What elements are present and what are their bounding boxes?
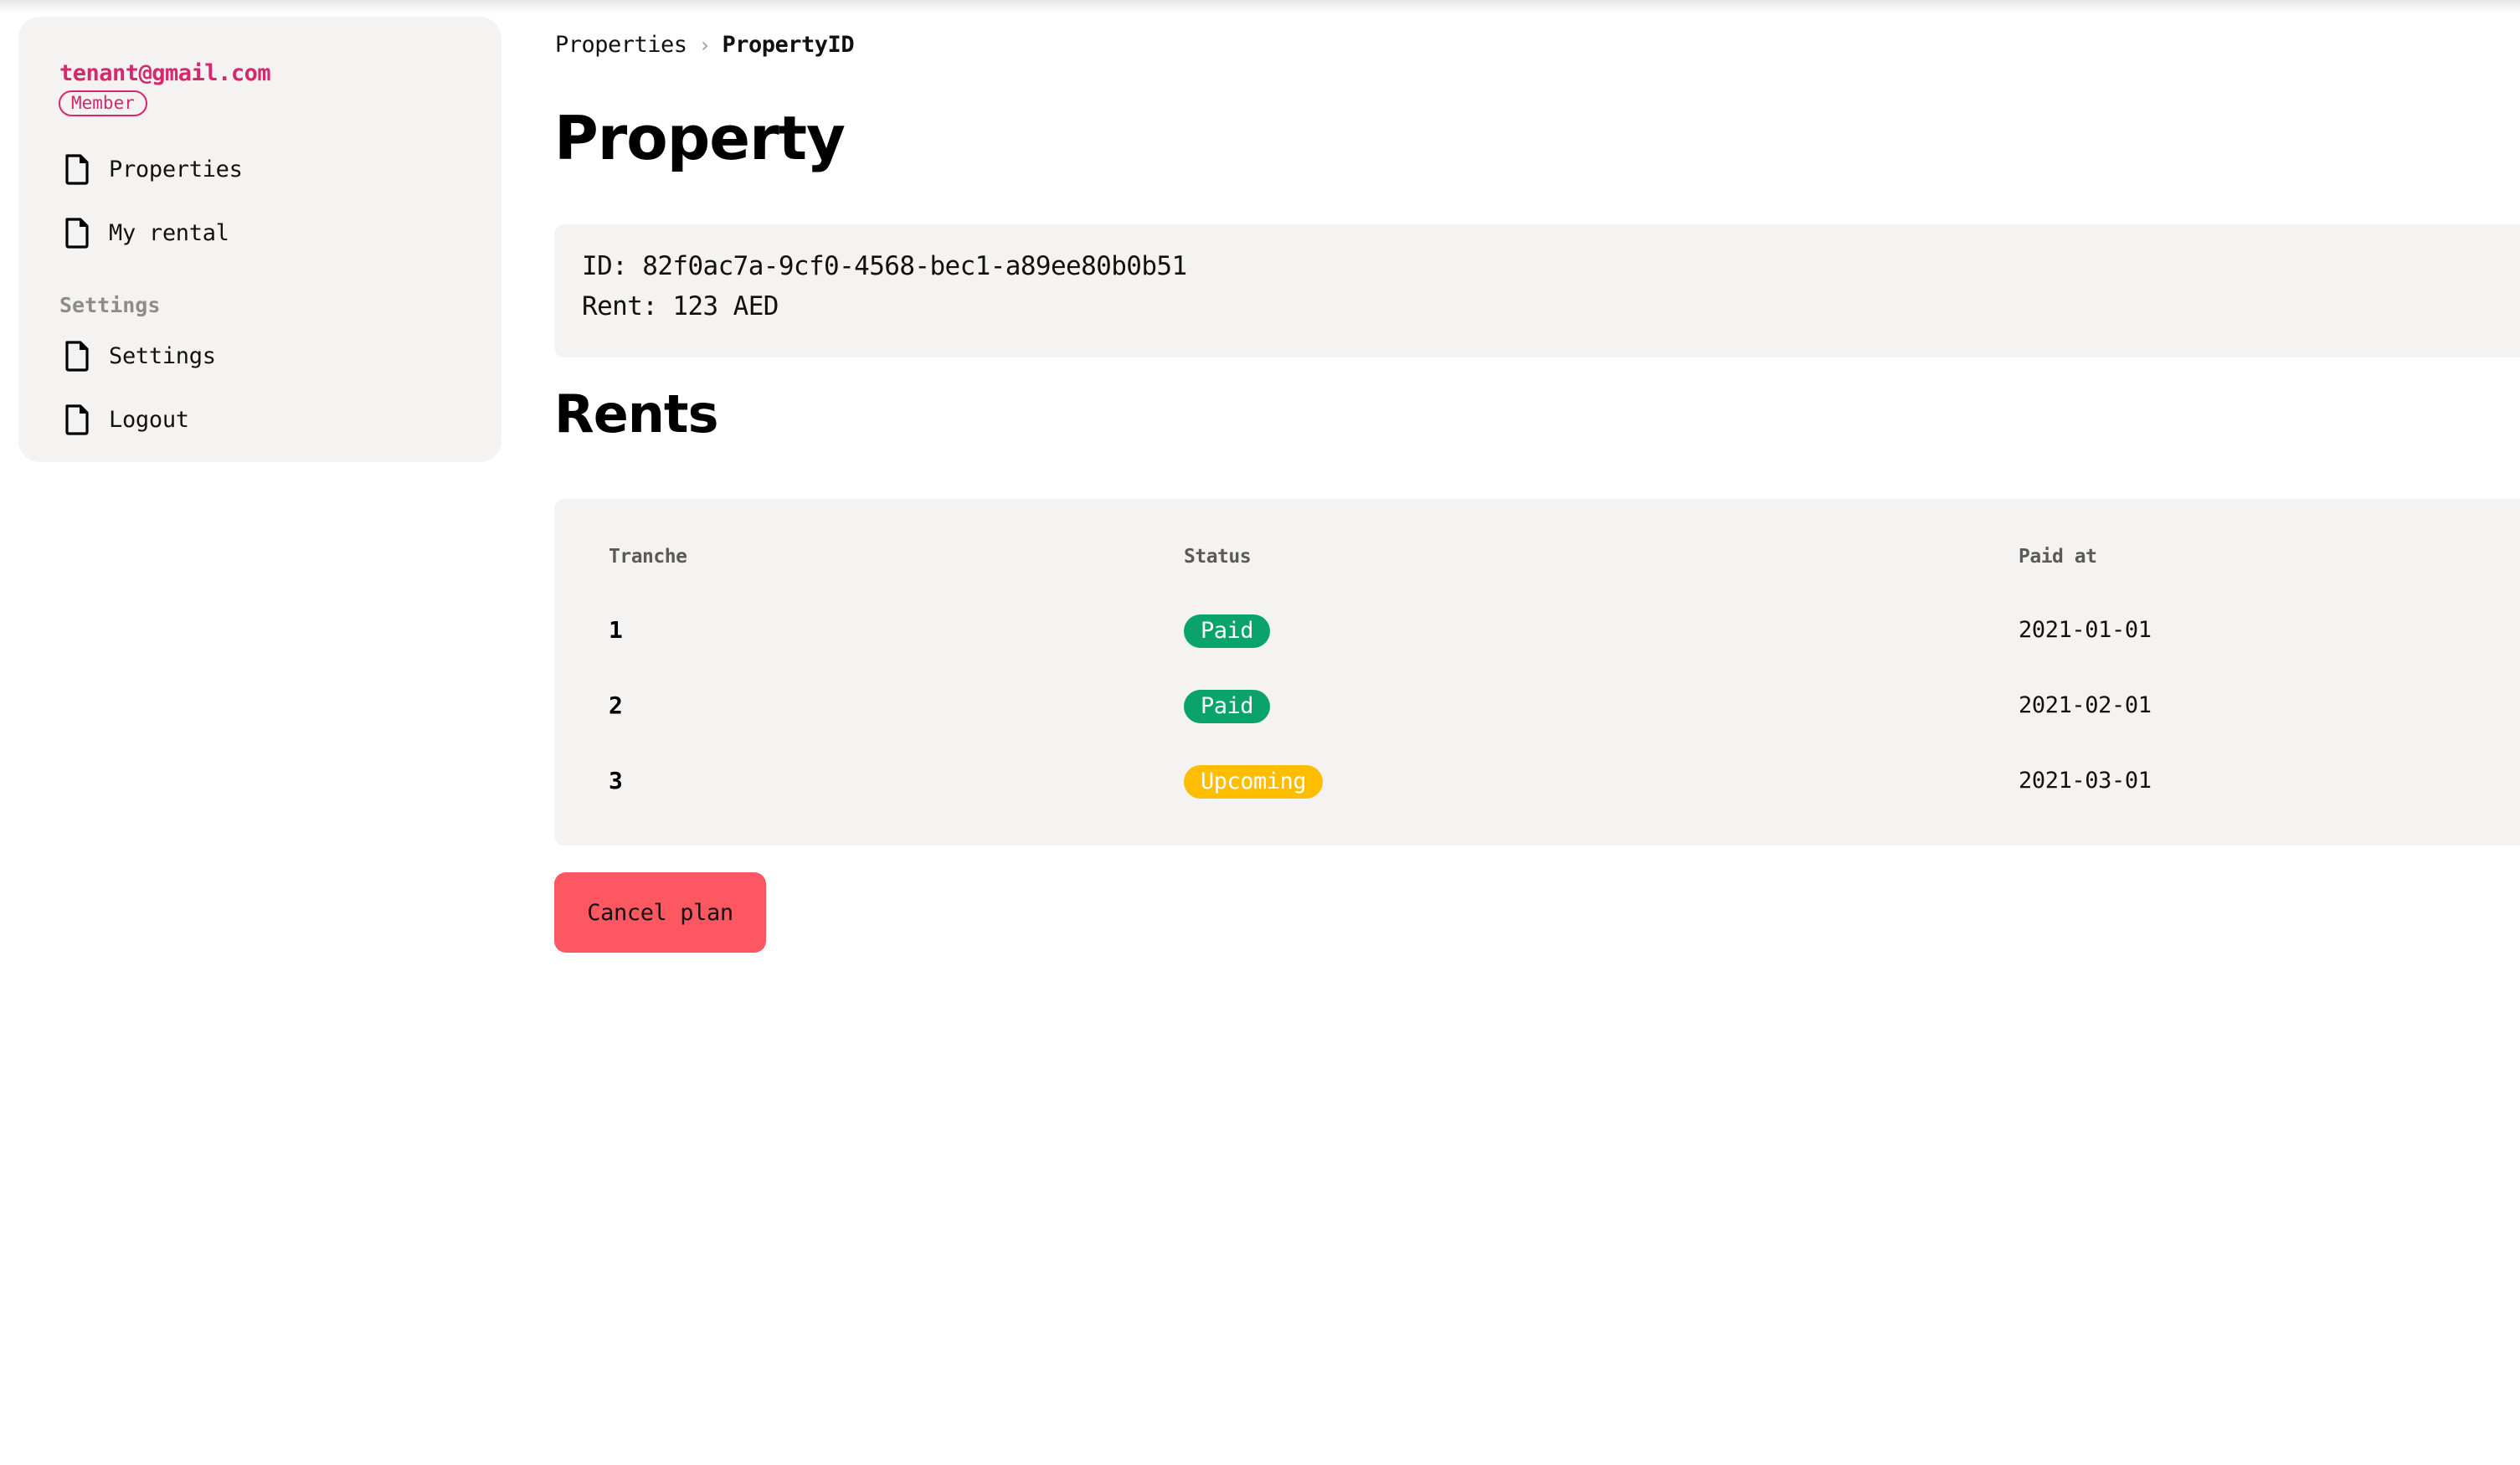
cell-paid-at: 2021-01-01 xyxy=(2019,617,2152,643)
sidebar-item-logout[interactable]: Logout xyxy=(64,403,189,436)
status-badge: Paid xyxy=(1184,690,1271,723)
sidebar-item-my-rental[interactable]: My rental xyxy=(64,216,229,249)
top-shadow xyxy=(0,0,2520,13)
property-id: ID: 82f0ac7a-9cf0-4568-bec1-a89ee80b0b51 xyxy=(582,251,1187,281)
sidebar-item-label: Properties xyxy=(109,156,243,182)
sidebar: tenant@gmail.com Member Properties My re… xyxy=(18,17,501,462)
column-header-paid-at: Paid at xyxy=(2019,546,2097,568)
breadcrumb-current: PropertyID xyxy=(722,32,855,58)
cell-tranche: 1 xyxy=(609,616,623,644)
user-email: tenant@gmail.com xyxy=(59,60,271,86)
cell-tranche: 2 xyxy=(609,691,623,719)
cell-tranche: 3 xyxy=(609,767,623,794)
role-badge: Member xyxy=(59,90,147,116)
rents-table: Tranche Status Paid at 1 Paid 2021-01-01… xyxy=(554,499,2520,846)
rents-heading: Rents xyxy=(554,383,718,445)
sidebar-item-label: Settings xyxy=(109,342,216,369)
chevron-right-icon: › xyxy=(698,33,711,57)
sidebar-item-properties[interactable]: Properties xyxy=(64,152,243,186)
sidebar-item-label: Logout xyxy=(109,406,189,433)
status-badge: Upcoming xyxy=(1184,765,1324,799)
property-rent: Rent: 123 AED xyxy=(582,291,779,321)
sidebar-section-heading-settings: Settings xyxy=(59,293,161,317)
column-header-status: Status xyxy=(1184,546,1252,568)
column-header-tranche: Tranche xyxy=(609,546,687,568)
file-icon xyxy=(65,153,89,185)
sidebar-item-settings[interactable]: Settings xyxy=(64,339,216,373)
cell-paid-at: 2021-03-01 xyxy=(2019,768,2152,794)
cell-paid-at: 2021-02-01 xyxy=(2019,692,2152,718)
property-info-panel: ID: 82f0ac7a-9cf0-4568-bec1-a89ee80b0b51… xyxy=(554,224,2520,357)
file-icon xyxy=(65,217,89,249)
status-badge: Paid xyxy=(1184,614,1271,648)
breadcrumb: Properties › PropertyID xyxy=(555,32,855,58)
file-icon xyxy=(65,340,89,372)
page-title: Property xyxy=(554,103,846,173)
sidebar-item-label: My rental xyxy=(109,219,229,246)
breadcrumb-link-properties[interactable]: Properties xyxy=(555,32,687,58)
file-icon xyxy=(65,404,89,435)
cancel-plan-button[interactable]: Cancel plan xyxy=(554,872,766,953)
